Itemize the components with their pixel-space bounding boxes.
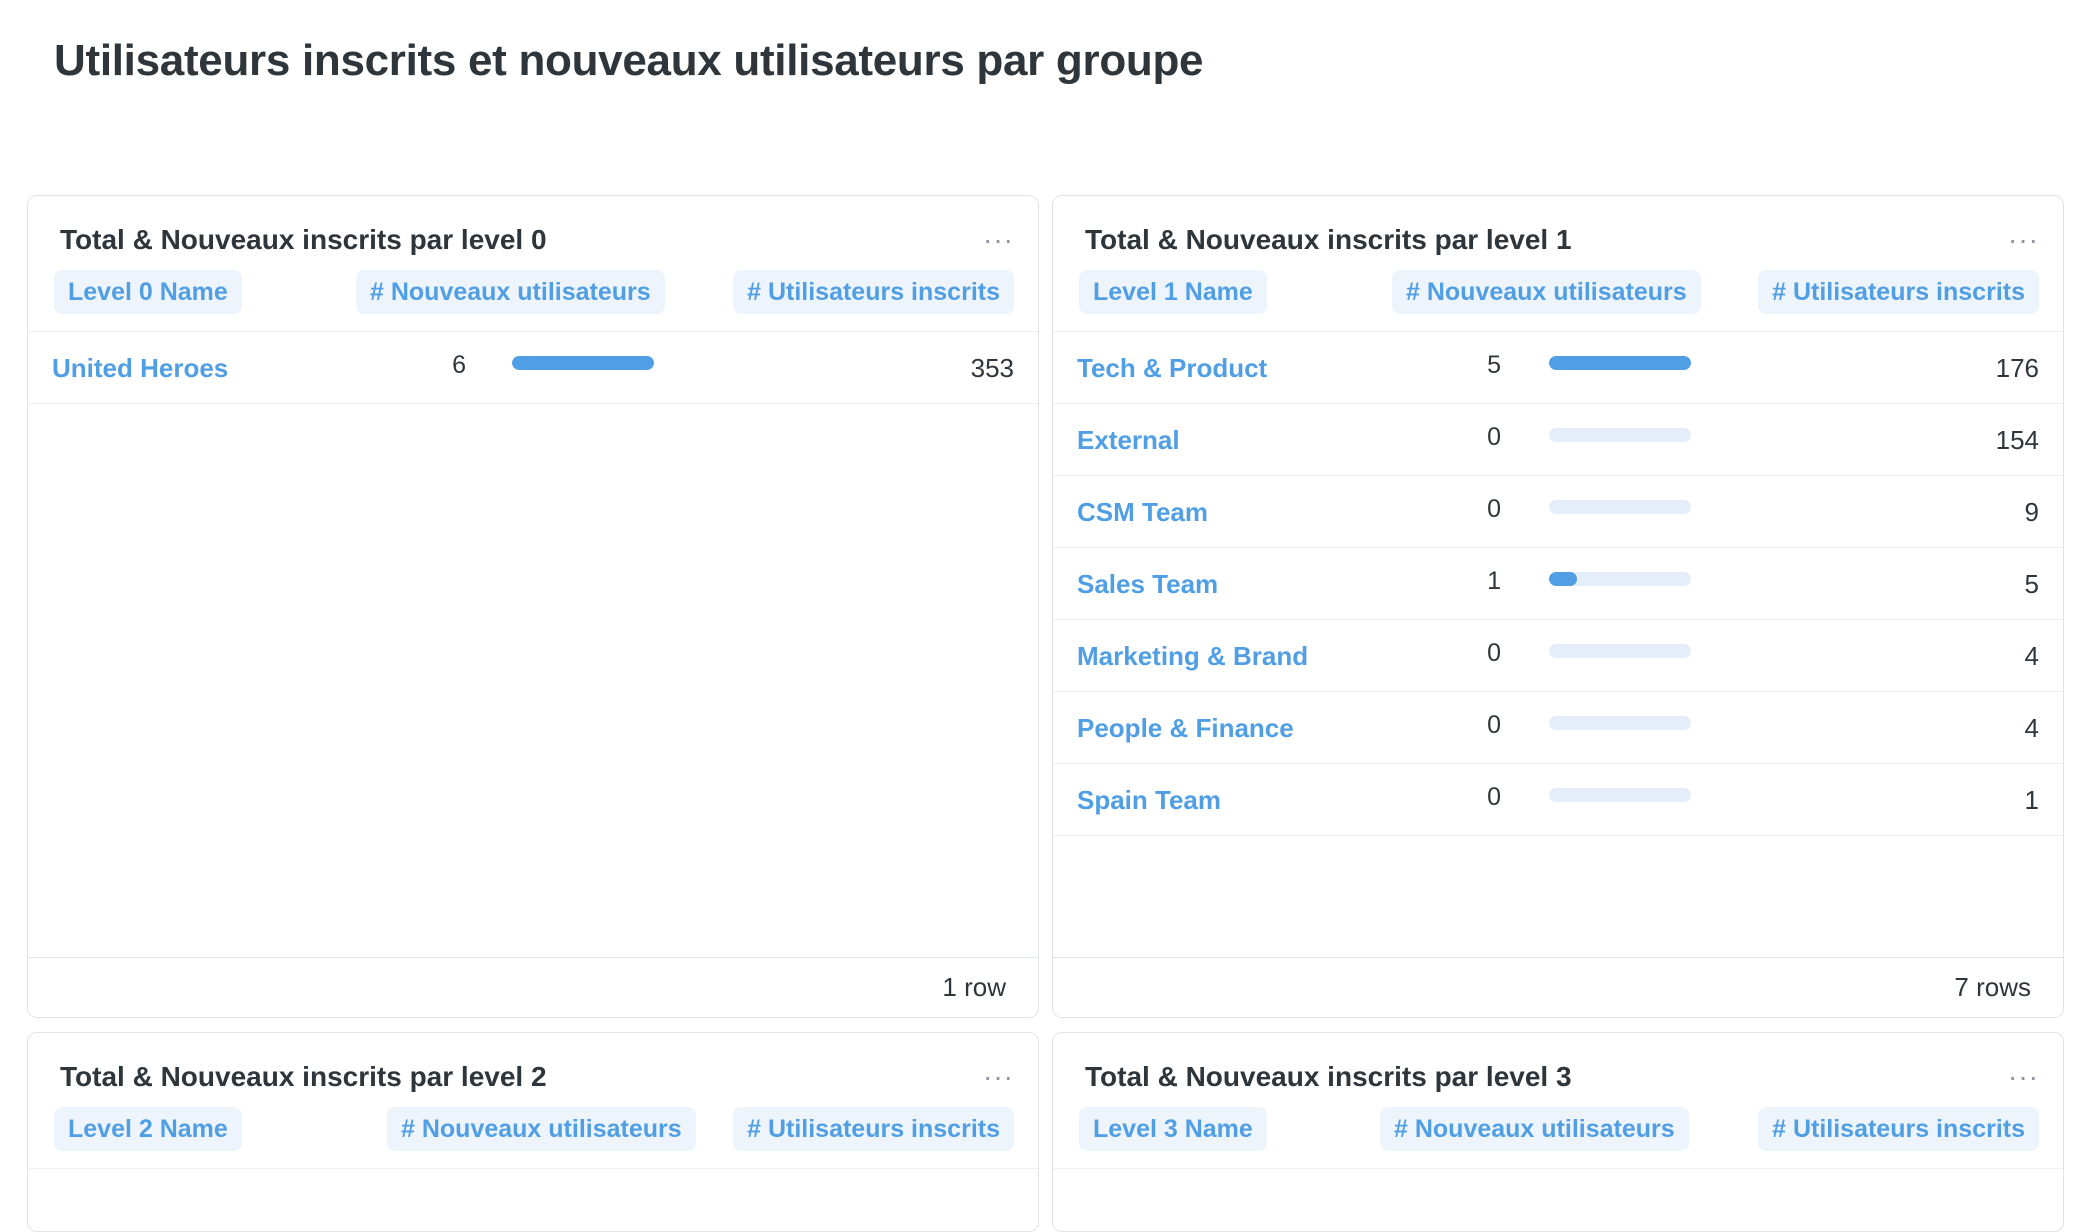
mini-bar-fill	[512, 356, 654, 370]
mini-bar	[1549, 428, 1691, 442]
mini-bar	[512, 356, 654, 370]
table-card-level-3: Total & Nouveaux inscrits par level 3 ··…	[1052, 1032, 2064, 1232]
table-card-level-1: Total & Nouveaux inscrits par level 1 ··…	[1052, 195, 2064, 1018]
registered-users-value: 4	[2024, 640, 2039, 671]
new-users-value: 6	[452, 350, 466, 379]
table-row: CSM Team 0 9	[1053, 476, 2063, 548]
registered-users-value: 154	[1995, 424, 2039, 455]
table-header: Level 0 Name # Nouveaux utilisateurs # U…	[28, 270, 1038, 332]
column-header-level-2-name[interactable]: Level 2 Name	[54, 1107, 242, 1151]
new-users-value: 1	[1487, 566, 1501, 595]
column-header-new-users[interactable]: # Nouveaux utilisateurs	[1380, 1107, 1689, 1151]
new-users-value: 0	[1487, 422, 1501, 451]
table-body: Tech & Product 5 176 External 0 154 CSM Team 0 9…	[1053, 332, 2063, 836]
dashboard-title: Utilisateurs inscrits et nouveaux utilis…	[54, 36, 1204, 85]
group-name-link[interactable]: United Heroes	[52, 332, 228, 404]
column-header-level-0-name[interactable]: Level 0 Name	[54, 270, 242, 314]
group-name-link[interactable]: People & Finance	[1077, 692, 1294, 764]
table-header: Level 2 Name # Nouveaux utilisateurs # U…	[28, 1107, 1038, 1169]
column-header-registered-users[interactable]: # Utilisateurs inscrits	[733, 1107, 1014, 1151]
table-row: Tech & Product 5 176	[1053, 332, 2063, 404]
new-users-value: 0	[1487, 494, 1501, 523]
new-users-value: 0	[1487, 710, 1501, 739]
group-name-link[interactable]: Tech & Product	[1077, 332, 1267, 404]
card-title[interactable]: Total & Nouveaux inscrits par level 1	[1085, 224, 1572, 256]
column-header-registered-users[interactable]: # Utilisateurs inscrits	[1758, 270, 2039, 314]
registered-users-value: 353	[970, 352, 1014, 383]
mini-bar	[1549, 500, 1691, 514]
table-row: Marketing & Brand 0 4	[1053, 620, 2063, 692]
mini-bar	[1549, 572, 1691, 586]
column-header-new-users[interactable]: # Nouveaux utilisateurs	[1392, 270, 1701, 314]
new-users-value: 0	[1487, 638, 1501, 667]
column-header-level-1-name[interactable]: Level 1 Name	[1079, 270, 1267, 314]
table-card-level-2: Total & Nouveaux inscrits par level 2 ··…	[27, 1032, 1039, 1232]
row-count: 7 rows	[1053, 957, 2063, 1017]
table-header: Level 3 Name # Nouveaux utilisateurs # U…	[1053, 1107, 2063, 1169]
registered-users-value: 5	[2024, 568, 2039, 599]
registered-users-value: 176	[1995, 352, 2039, 383]
mini-bar-fill	[1549, 572, 1578, 586]
table-card-level-0: Total & Nouveaux inscrits par level 0 ··…	[27, 195, 1039, 1018]
group-name-link[interactable]: Sales Team	[1077, 548, 1218, 620]
registered-users-value: 9	[2024, 496, 2039, 527]
more-horizontal-icon[interactable]: ···	[2008, 226, 2039, 254]
card-title[interactable]: Total & Nouveaux inscrits par level 0	[60, 224, 547, 256]
group-name-link[interactable]: CSM Team	[1077, 476, 1208, 548]
table-row: United Heroes 6 353	[28, 332, 1038, 404]
table-row: Spain Team 0 1	[1053, 764, 2063, 836]
table-row: External 0 154	[1053, 404, 2063, 476]
table-row: Sales Team 1 5	[1053, 548, 2063, 620]
card-title[interactable]: Total & Nouveaux inscrits par level 2	[60, 1061, 547, 1093]
mini-bar	[1549, 644, 1691, 658]
new-users-value: 5	[1487, 350, 1501, 379]
group-name-link[interactable]: Marketing & Brand	[1077, 620, 1308, 692]
registered-users-value: 1	[2024, 784, 2039, 815]
table-row: People & Finance 0 4	[1053, 692, 2063, 764]
table-body: United Heroes 6 353	[28, 332, 1038, 404]
more-horizontal-icon[interactable]: ···	[2008, 1063, 2039, 1091]
mini-bar	[1549, 788, 1691, 802]
group-name-link[interactable]: External	[1077, 404, 1180, 476]
column-header-level-3-name[interactable]: Level 3 Name	[1079, 1107, 1267, 1151]
more-horizontal-icon[interactable]: ···	[983, 226, 1014, 254]
mini-bar	[1549, 356, 1691, 370]
group-name-link[interactable]: Spain Team	[1077, 764, 1221, 836]
column-header-registered-users[interactable]: # Utilisateurs inscrits	[733, 270, 1014, 314]
column-header-new-users[interactable]: # Nouveaux utilisateurs	[387, 1107, 696, 1151]
more-horizontal-icon[interactable]: ···	[983, 1063, 1014, 1091]
table-header: Level 1 Name # Nouveaux utilisateurs # U…	[1053, 270, 2063, 332]
mini-bar	[1549, 716, 1691, 730]
column-header-registered-users[interactable]: # Utilisateurs inscrits	[1758, 1107, 2039, 1151]
mini-bar-fill	[1549, 356, 1691, 370]
card-title[interactable]: Total & Nouveaux inscrits par level 3	[1085, 1061, 1572, 1093]
column-header-new-users[interactable]: # Nouveaux utilisateurs	[356, 270, 665, 314]
new-users-value: 0	[1487, 782, 1501, 811]
row-count: 1 row	[28, 957, 1038, 1017]
registered-users-value: 4	[2024, 712, 2039, 743]
